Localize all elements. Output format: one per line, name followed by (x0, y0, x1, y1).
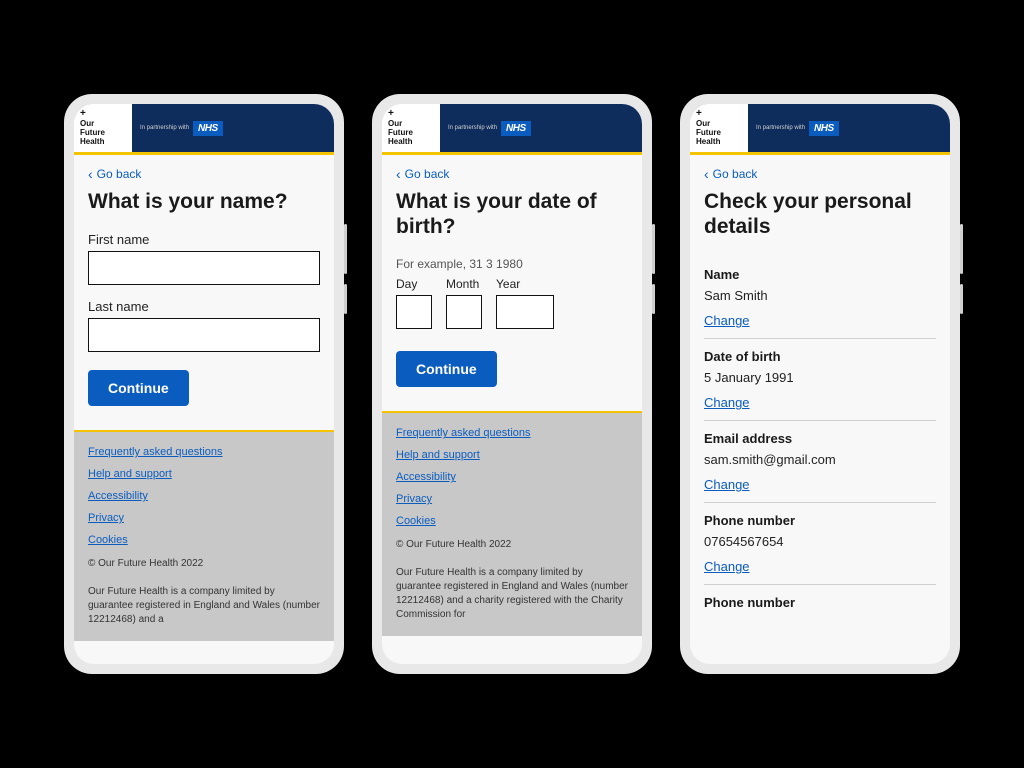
app-header: + Our Future Health In partnership with … (382, 104, 642, 152)
last-name-group: Last name (88, 299, 320, 352)
plus-icon: + (696, 108, 742, 119)
nhs-partner-block: In partnership with NHS (132, 104, 334, 152)
page-title: What is your date of birth? (396, 189, 628, 239)
summary-value: Sam Smith (704, 288, 936, 303)
app-header: + Our Future Health In partnership with … (74, 104, 334, 152)
change-link-email[interactable]: Change (704, 477, 936, 492)
brand-line: Health (80, 138, 126, 147)
summary-value: sam.smith@gmail.com (704, 452, 936, 467)
chevron-left-icon: ‹ (88, 167, 93, 181)
chevron-left-icon: ‹ (396, 167, 401, 181)
dob-row: Day Month Year (396, 277, 628, 329)
year-input[interactable] (496, 295, 554, 329)
summary-email: Email address sam.smith@gmail.com Change (704, 421, 936, 503)
phone-mockup-dob: + Our Future Health In partnership with … (372, 94, 652, 674)
first-name-label: First name (88, 232, 320, 247)
summary-label: Email address (704, 431, 936, 446)
back-label: Go back (405, 167, 450, 181)
app-header: + Our Future Health In partnership with … (690, 104, 950, 152)
back-link[interactable]: ‹ Go back (396, 167, 628, 181)
brand-logo: + Our Future Health (74, 104, 132, 152)
summary-label: Name (704, 267, 936, 282)
phone-mockup-name: + Our Future Health In partnership with … (64, 94, 344, 674)
content: ‹ Go back What is your date of birth? Fo… (382, 155, 642, 664)
summary-label: Date of birth (704, 349, 936, 364)
nhs-badge: NHS (501, 121, 531, 136)
summary-phone2: Phone number (704, 585, 936, 626)
screen: + Our Future Health In partnership with … (690, 104, 950, 664)
footer-link-privacy[interactable]: Privacy (88, 512, 320, 524)
partnership-label: In partnership with (756, 125, 805, 131)
partnership-label: In partnership with (448, 125, 497, 131)
back-label: Go back (713, 167, 758, 181)
summary-value: 5 January 1991 (704, 370, 936, 385)
page-title: Check your personal details (704, 189, 936, 239)
month-label: Month (446, 277, 482, 291)
back-link[interactable]: ‹ Go back (704, 167, 936, 181)
back-label: Go back (97, 167, 142, 181)
first-name-input[interactable] (88, 251, 320, 285)
screen: + Our Future Health In partnership with … (74, 104, 334, 664)
summary-label: Phone number (704, 513, 936, 528)
footer: Frequently asked questions Help and supp… (382, 413, 642, 636)
footer-link-cookies[interactable]: Cookies (396, 515, 628, 527)
brand-logo: + Our Future Health (382, 104, 440, 152)
first-name-group: First name (88, 232, 320, 285)
summary-value: 07654567654 (704, 534, 936, 549)
copyright: © Our Future Health 2022 (88, 558, 320, 569)
nhs-partner-block: In partnership with NHS (748, 104, 950, 152)
screen: + Our Future Health In partnership with … (382, 104, 642, 664)
footer-link-cookies[interactable]: Cookies (88, 534, 320, 546)
footer-link-faq[interactable]: Frequently asked questions (88, 446, 320, 458)
footer-link-accessibility[interactable]: Accessibility (396, 471, 628, 483)
month-group: Month (446, 277, 482, 329)
summary-name: Name Sam Smith Change (704, 257, 936, 339)
brand-line: Health (388, 138, 434, 147)
summary-label: Phone number (704, 595, 936, 610)
chevron-left-icon: ‹ (704, 167, 709, 181)
phone-mockup-check-details: + Our Future Health In partnership with … (680, 94, 960, 674)
day-group: Day (396, 277, 432, 329)
footer: Frequently asked questions Help and supp… (74, 432, 334, 641)
summary-dob: Date of birth 5 January 1991 Change (704, 339, 936, 421)
nhs-badge: NHS (193, 121, 223, 136)
summary-phone: Phone number 07654567654 Change (704, 503, 936, 585)
plus-icon: + (388, 108, 434, 119)
content: ‹ Go back What is your name? First name … (74, 155, 334, 664)
legal-text: Our Future Health is a company limited b… (88, 585, 320, 627)
day-input[interactable] (396, 295, 432, 329)
continue-button[interactable]: Continue (396, 351, 497, 387)
legal-text: Our Future Health is a company limited b… (396, 566, 628, 622)
plus-icon: + (80, 108, 126, 119)
copyright: © Our Future Health 2022 (396, 539, 628, 550)
last-name-label: Last name (88, 299, 320, 314)
change-link-phone[interactable]: Change (704, 559, 936, 574)
change-link-name[interactable]: Change (704, 313, 936, 328)
year-label: Year (496, 277, 554, 291)
last-name-input[interactable] (88, 318, 320, 352)
month-input[interactable] (446, 295, 482, 329)
day-label: Day (396, 277, 432, 291)
continue-button[interactable]: Continue (88, 370, 189, 406)
nhs-badge: NHS (809, 121, 839, 136)
brand-line: Health (696, 138, 742, 147)
page-title: What is your name? (88, 189, 320, 214)
partnership-label: In partnership with (140, 125, 189, 131)
back-link[interactable]: ‹ Go back (88, 167, 320, 181)
footer-link-faq[interactable]: Frequently asked questions (396, 427, 628, 439)
brand-logo: + Our Future Health (690, 104, 748, 152)
footer-link-help[interactable]: Help and support (396, 449, 628, 461)
change-link-dob[interactable]: Change (704, 395, 936, 410)
dob-hint: For example, 31 3 1980 (396, 257, 628, 271)
content: ‹ Go back Check your personal details Na… (690, 155, 950, 664)
footer-link-privacy[interactable]: Privacy (396, 493, 628, 505)
nhs-partner-block: In partnership with NHS (440, 104, 642, 152)
footer-link-accessibility[interactable]: Accessibility (88, 490, 320, 502)
footer-link-help[interactable]: Help and support (88, 468, 320, 480)
year-group: Year (496, 277, 554, 329)
